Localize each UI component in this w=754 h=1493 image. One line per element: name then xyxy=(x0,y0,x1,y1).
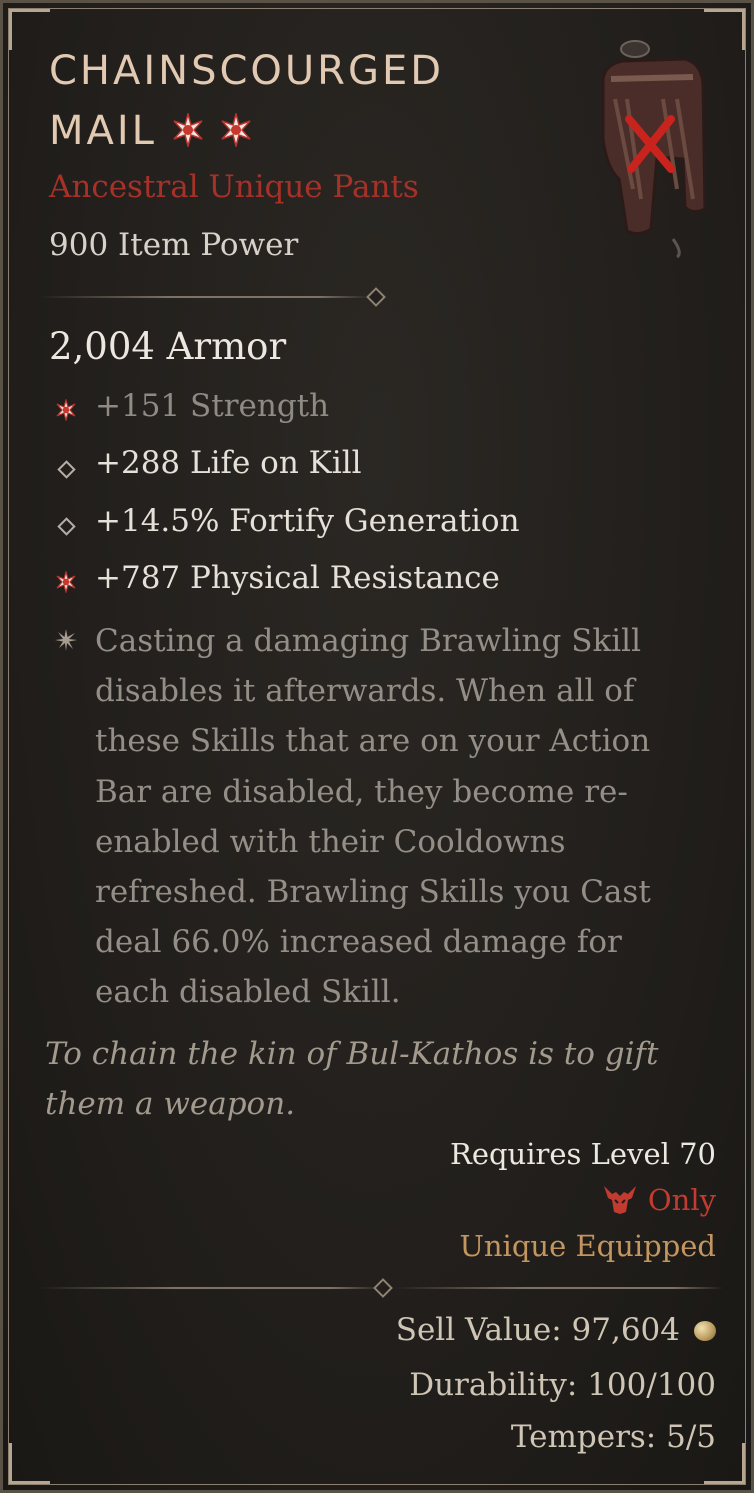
unique-power-icon xyxy=(55,629,77,651)
frame-corner xyxy=(9,1443,50,1484)
item-pants-image xyxy=(601,40,707,259)
divider xyxy=(39,296,369,298)
unique-power-text: Casting a damaging Brawling Skill disabl… xyxy=(95,623,651,1011)
divider xyxy=(393,1287,723,1289)
affix-diamond-icon xyxy=(57,460,76,479)
greater-affix-icon xyxy=(56,399,76,421)
flavor-text: To chain the kin of Bul-Kathos is to gif… xyxy=(45,1036,659,1122)
stat-line: +151 Strength xyxy=(95,388,330,424)
frame-corner xyxy=(9,9,50,50)
divider-diamond xyxy=(373,1278,393,1298)
item-power: 900 Item Power xyxy=(49,227,299,263)
greater-affix-icon xyxy=(56,571,76,593)
stat-line: +787 Physical Resistance xyxy=(95,560,500,596)
item-type: Ancestral Unique Pants xyxy=(49,169,419,205)
tempers: Tempers: 5/5 xyxy=(510,1419,716,1455)
durability: Durability: 100/100 xyxy=(409,1367,716,1403)
greater-affix-icon xyxy=(221,113,251,147)
unique-equipped: Unique Equipped xyxy=(459,1229,716,1263)
gold-coin-icon xyxy=(694,1321,716,1341)
barbarian-icon xyxy=(603,1186,636,1214)
affix-diamond-icon xyxy=(57,517,76,536)
item-name-line2: MAIL xyxy=(49,108,157,154)
armor-value: 2,004 Armor xyxy=(49,325,287,368)
stat-line: +288 Life on Kill xyxy=(95,445,362,481)
class-restriction: Only xyxy=(602,1183,716,1217)
stat-line: +14.5% Fortify Generation xyxy=(95,503,520,539)
greater-affix-icon xyxy=(173,113,203,147)
sell-value-label: Sell Value: 97,604 xyxy=(395,1312,680,1348)
sell-value: Sell Value: 97,604 xyxy=(396,1312,716,1348)
divider-diamond xyxy=(366,287,386,307)
divider xyxy=(39,1287,383,1289)
item-name-line1: CHAINSCOURGED xyxy=(49,48,445,94)
item-tooltip: CHAINSCOURGED MAIL Ancestral Unique Pant… xyxy=(0,0,754,1493)
item-name: CHAINSCOURGED MAIL xyxy=(49,41,549,161)
level-requirement: Requires Level 70 xyxy=(450,1137,716,1171)
class-only-label: Only xyxy=(647,1183,716,1217)
